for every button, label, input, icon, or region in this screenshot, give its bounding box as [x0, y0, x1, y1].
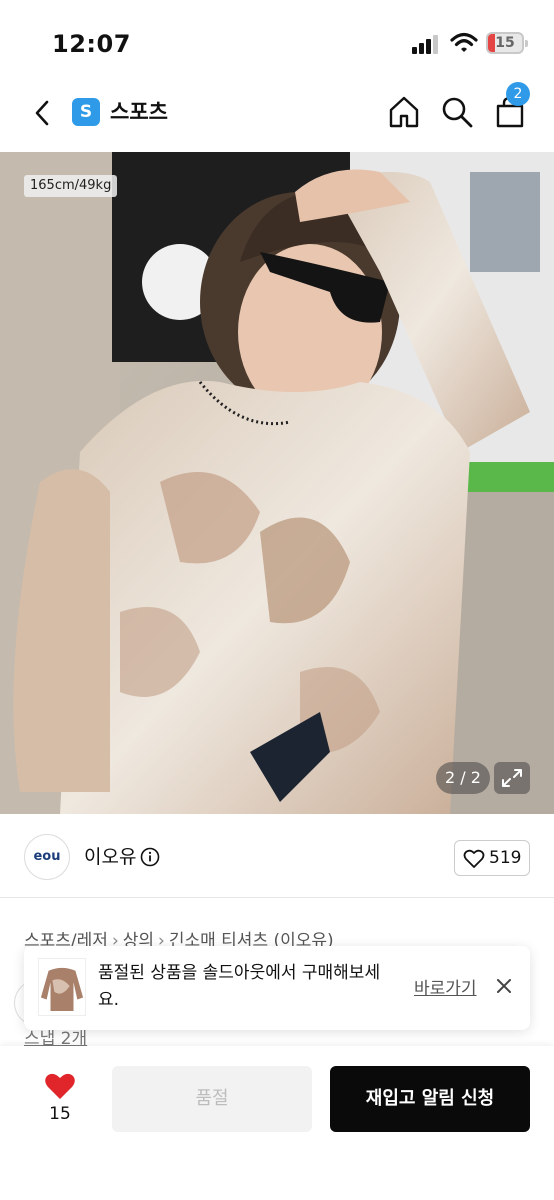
product-photo-illustration — [0, 152, 554, 814]
like-count: 519 — [489, 848, 522, 868]
expand-icon — [502, 769, 522, 787]
product-thumbnail — [38, 958, 86, 1016]
info-icon[interactable] — [140, 847, 160, 867]
expand-button[interactable] — [494, 762, 530, 794]
status-time: 12:07 — [52, 30, 131, 58]
toast-action-link[interactable]: 바로가기 — [414, 974, 477, 999]
like-button[interactable]: 519 — [454, 840, 530, 876]
heart-outline-icon — [463, 849, 485, 868]
wifi-icon — [450, 32, 478, 52]
heart-filled-icon[interactable] — [44, 1072, 76, 1100]
close-icon[interactable] — [494, 976, 514, 996]
soldout-toast: 품절된 상품을 솔드아웃에서 구매해보세요. 바로가기 — [24, 946, 530, 1030]
seller-row: eou 이오유 519 — [0, 822, 554, 898]
cart-count-badge: 2 — [506, 82, 530, 106]
search-icon[interactable] — [440, 94, 474, 130]
product-photo[interactable] — [0, 152, 554, 814]
home-icon[interactable] — [386, 94, 422, 130]
toast-message: 품절된 상품을 솔드아웃에서 구매해보세요. — [98, 963, 381, 1010]
category-badge: S — [72, 98, 100, 126]
model-size-tag: 165cm/49kg — [24, 175, 118, 197]
sold-out-button: 품절 — [112, 1066, 312, 1132]
seller-name[interactable]: 이오유 — [84, 844, 136, 870]
top-nav: S 스포츠 2 — [0, 82, 554, 150]
page-title[interactable]: 스포츠 — [110, 98, 168, 126]
cellular-signal-icon — [412, 35, 438, 54]
battery-icon: 15 — [486, 32, 528, 54]
back-arrow-icon[interactable] — [30, 98, 56, 128]
wish-count: 15 — [49, 1104, 71, 1124]
image-counter: 2 / 2 — [436, 762, 490, 794]
bottom-action-bar: 15 품절 재입고 알림 신청 — [0, 1046, 554, 1200]
restock-alert-button[interactable]: 재입고 알림 신청 — [330, 1066, 530, 1132]
battery-level: 15 — [495, 35, 515, 51]
status-bar: 12:07 15 — [0, 0, 554, 86]
seller-logo[interactable]: eou — [24, 834, 70, 880]
